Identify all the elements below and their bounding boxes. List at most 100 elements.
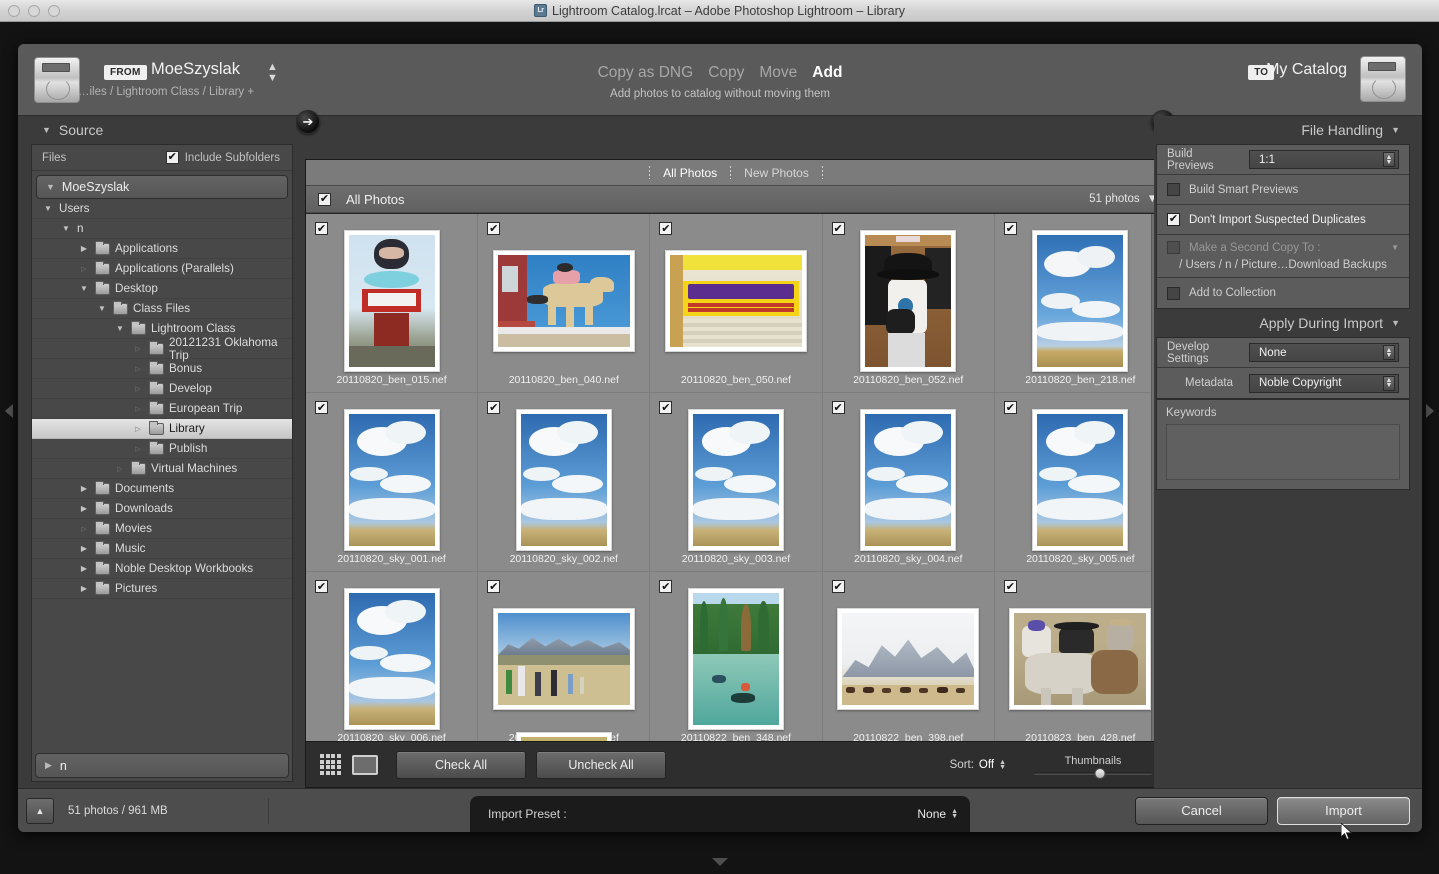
chevron-down-icon[interactable]: ▼ bbox=[1391, 318, 1400, 328]
folder-tree-item[interactable]: ▶Pictures bbox=[32, 579, 292, 599]
folder-tree-item[interactable]: ▶Noble Desktop Workbooks bbox=[32, 559, 292, 579]
grid-tabs[interactable]: All Photos New Photos bbox=[306, 160, 1166, 186]
thumbnail-image[interactable] bbox=[665, 250, 807, 352]
thumbnail-image[interactable] bbox=[493, 250, 635, 352]
develop-settings-stepper-icon[interactable]: ▲▼ bbox=[1383, 345, 1395, 360]
folder-tree-item[interactable]: ▷Applications (Parallels) bbox=[32, 259, 292, 279]
thumbnail-cell[interactable]: ✔20110820_sky_003.nef bbox=[650, 393, 821, 571]
thumbnail-checkbox[interactable]: ✔ bbox=[832, 401, 845, 414]
include-subfolders-checkbox[interactable]: ✔ bbox=[166, 151, 179, 164]
folder-tree-item[interactable]: ▷Develop bbox=[32, 379, 292, 399]
chevron-down-icon[interactable]: ▼ bbox=[60, 224, 72, 233]
chevron-down-icon[interactable]: ▼ bbox=[114, 324, 126, 333]
thumbnail-cell[interactable]: ✔20110820_sky_005.nef bbox=[995, 393, 1166, 571]
cancel-button[interactable]: Cancel bbox=[1135, 797, 1268, 825]
destination-catalog-icon[interactable] bbox=[1360, 56, 1406, 102]
build-smart-previews-row[interactable]: ✔ Build Smart Previews bbox=[1157, 175, 1409, 205]
folder-tree-item[interactable]: ▶Documents bbox=[32, 479, 292, 499]
close-button[interactable] bbox=[8, 5, 20, 17]
thumbnail-image[interactable] bbox=[688, 409, 784, 551]
folder-tree-item[interactable]: ▶Applications bbox=[32, 239, 292, 259]
thumbnail-image[interactable] bbox=[344, 230, 440, 372]
apply-during-import-header[interactable]: Apply During Import ▼ bbox=[1154, 309, 1412, 337]
thumbnail-image[interactable] bbox=[1009, 608, 1151, 710]
tab-all-photos[interactable]: All Photos bbox=[650, 166, 730, 180]
mode-copy-as-dng[interactable]: Copy as DNG bbox=[598, 64, 694, 82]
sort-control[interactable]: Sort: Off ▲▼ bbox=[950, 759, 1006, 771]
folder-tree-item[interactable]: ▷European Trip bbox=[32, 399, 292, 419]
mode-move[interactable]: Move bbox=[759, 64, 797, 82]
thumbnail-slider-knob[interactable] bbox=[1095, 768, 1106, 779]
thumbnail-checkbox[interactable]: ✔ bbox=[487, 580, 500, 593]
chevron-right-icon[interactable]: ▶ bbox=[78, 244, 90, 253]
thumbnail-cell[interactable]: ✔20110823_ben_428.nef bbox=[995, 572, 1166, 741]
dont-import-duplicates-row[interactable]: ✔ Don't Import Suspected Duplicates bbox=[1157, 205, 1409, 235]
metadata-stepper-icon[interactable]: ▲▼ bbox=[1383, 376, 1395, 391]
chevron-right-icon[interactable]: ▶ bbox=[45, 760, 52, 771]
mode-copy[interactable]: Copy bbox=[708, 64, 744, 82]
build-previews-stepper-icon[interactable]: ▲▼ bbox=[1383, 152, 1395, 167]
import-preset-stepper-icon[interactable]: ▲▼ bbox=[951, 809, 958, 819]
second-copy-dropdown-icon[interactable]: ▼ bbox=[1391, 243, 1399, 252]
thumbnail-checkbox[interactable]: ✔ bbox=[832, 222, 845, 235]
chevron-down-icon[interactable]: ▼ bbox=[78, 284, 90, 293]
chevron-right-icon[interactable]: ▶ bbox=[78, 504, 90, 513]
make-second-copy-checkbox[interactable]: ✔ bbox=[1167, 241, 1180, 254]
thumbnail-cell[interactable]: ✔20110820_ben_050.nef bbox=[650, 214, 821, 392]
window-controls[interactable] bbox=[8, 5, 60, 17]
sort-stepper-icon[interactable]: ▲▼ bbox=[999, 760, 1006, 770]
add-to-collection-checkbox[interactable]: ✔ bbox=[1167, 287, 1180, 300]
folder-tree-item[interactable]: ▶Downloads bbox=[32, 499, 292, 519]
dont-import-duplicates-checkbox[interactable]: ✔ bbox=[1167, 213, 1180, 226]
thumbnail-image[interactable] bbox=[860, 409, 956, 551]
source-panel-header[interactable]: ▼ Source bbox=[28, 116, 296, 144]
chevron-down-icon[interactable]: ▼ bbox=[46, 182, 55, 192]
left-panel-toggle-icon[interactable] bbox=[5, 404, 13, 418]
thumbnail-size-slider[interactable]: Thumbnails bbox=[1034, 755, 1152, 775]
folder-tree-item[interactable]: ▷Publish bbox=[32, 439, 292, 459]
thumbnail-checkbox[interactable]: ✔ bbox=[659, 401, 672, 414]
thumbnail-checkbox[interactable]: ✔ bbox=[1004, 580, 1017, 593]
thumbnail-image[interactable] bbox=[516, 409, 612, 551]
zoom-button[interactable] bbox=[48, 5, 60, 17]
minimize-button[interactable] bbox=[28, 5, 40, 17]
chevron-down-icon[interactable]: ▼ bbox=[42, 125, 51, 135]
check-all-button[interactable]: Check All bbox=[396, 751, 526, 779]
folder-tree[interactable]: ▼Users▼n▶Applications▷Applications (Para… bbox=[32, 199, 292, 750]
import-mode-switcher[interactable]: Copy as DNG Copy Move Add bbox=[18, 64, 1422, 82]
chevron-right-icon[interactable]: ▶ bbox=[78, 484, 90, 493]
thumbnail-cell[interactable]: ✔20110820_ben_040.nef bbox=[478, 214, 649, 392]
thumbnail-checkbox[interactable]: ✔ bbox=[315, 580, 328, 593]
thumbnail-checkbox[interactable]: ✔ bbox=[315, 222, 328, 235]
thumbnail-checkbox[interactable]: ✔ bbox=[487, 222, 500, 235]
metadata-select[interactable]: Noble Copyright ▲▼ bbox=[1249, 374, 1399, 393]
thumbnail-image[interactable] bbox=[1032, 409, 1128, 551]
thumbnail-checkbox[interactable]: ✔ bbox=[315, 401, 328, 414]
develop-settings-select[interactable]: None ▲▼ bbox=[1249, 343, 1399, 362]
chevron-down-icon[interactable]: ▼ bbox=[1391, 125, 1400, 135]
chevron-right-icon[interactable]: ▶ bbox=[78, 544, 90, 553]
import-preset-value-group[interactable]: None ▲▼ bbox=[917, 807, 958, 821]
include-subfolders-toggle[interactable]: ✔ Include Subfolders bbox=[166, 151, 280, 164]
thumbnail-cell[interactable]: ✔20110820_ben_052.nef bbox=[823, 214, 994, 392]
build-previews-select[interactable]: 1:1 ▲▼ bbox=[1249, 150, 1399, 169]
import-preset-tab[interactable]: Import Preset : None ▲▼ bbox=[470, 796, 970, 832]
thumbnail-cell[interactable]: ✔20110820_sky_001.nef bbox=[306, 393, 477, 571]
keywords-input[interactable] bbox=[1166, 424, 1400, 480]
tab-new-photos[interactable]: New Photos bbox=[731, 166, 822, 180]
thumbnail-cell[interactable]: ✔20110820_sky_004.nef bbox=[823, 393, 994, 571]
thumbnail-slider-track[interactable] bbox=[1034, 772, 1152, 775]
folder-tree-item[interactable]: ▼n bbox=[32, 219, 292, 239]
right-panel-toggle-icon[interactable] bbox=[1426, 404, 1434, 418]
thumbnail-image[interactable] bbox=[344, 588, 440, 730]
thumbnail-cell[interactable]: ✔20110822_ben_294.nef bbox=[478, 572, 649, 741]
thumbnail-checkbox[interactable]: ✔ bbox=[832, 580, 845, 593]
bottom-panel-toggle-icon[interactable] bbox=[712, 858, 728, 866]
thumbnail-cell[interactable]: ✔20110822_ben_348.nef bbox=[650, 572, 821, 741]
mode-add[interactable]: Add bbox=[812, 64, 842, 82]
thumbnail-image[interactable] bbox=[344, 409, 440, 551]
make-second-copy-row[interactable]: ✔ Make a Second Copy To : ▼ / Users / n … bbox=[1157, 235, 1409, 278]
folder-tree-item[interactable]: ▶Music bbox=[32, 539, 292, 559]
thumbnail-cell[interactable]: ✔20110820_ben_015.nef bbox=[306, 214, 477, 392]
folder-tree-item[interactable]: ▷Virtual Machines bbox=[32, 459, 292, 479]
